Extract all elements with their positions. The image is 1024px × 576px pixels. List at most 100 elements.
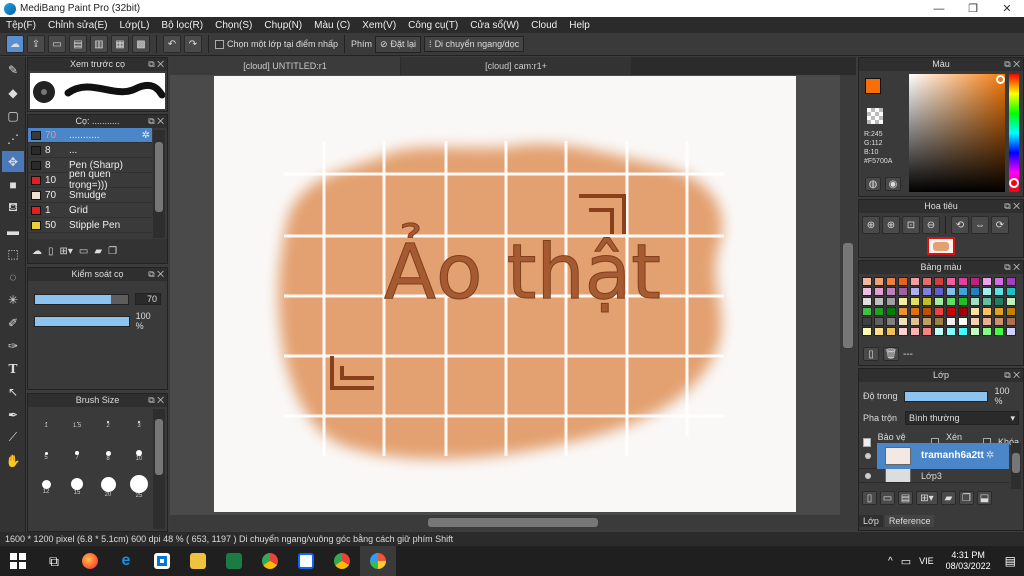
palette-swatch[interactable]: [886, 297, 896, 306]
palette-swatch[interactable]: [958, 307, 968, 316]
duplicate-brush-icon[interactable]: ▭: [79, 246, 88, 257]
brush-item[interactable]: 10 pen quen trọng=))): [28, 169, 152, 191]
firefox-icon[interactable]: [72, 546, 108, 576]
new-brush-icon[interactable]: ▯: [48, 246, 54, 257]
layer-scrollbar[interactable]: [1011, 443, 1021, 489]
minimize-icon[interactable]: —: [922, 3, 956, 15]
primary-color-swatch[interactable]: [865, 78, 881, 94]
brush-size-cell[interactable]: 5: [31, 441, 61, 471]
duplicate-layer-icon[interactable]: ❐: [959, 491, 974, 505]
color-saturation-area[interactable]: [909, 74, 1005, 192]
delete-palette-icon[interactable]: 🗑: [883, 347, 899, 361]
canvas-vertical-scrollbar[interactable]: [840, 75, 856, 515]
move-tool-icon[interactable]: ✥: [2, 151, 24, 172]
palette-swatch[interactable]: [910, 317, 920, 326]
select-eraser-tool-icon[interactable]: ✑: [2, 335, 24, 356]
operation-tool-icon[interactable]: ↖: [2, 381, 24, 402]
palette-swatch[interactable]: [982, 327, 992, 336]
palette-swatch[interactable]: [970, 287, 980, 296]
select-layer-checkbox[interactable]: Chọn một lớp tại điểm nhấp: [215, 39, 338, 49]
palette-swatch[interactable]: [874, 327, 884, 336]
maximize-icon[interactable]: ❐: [956, 2, 990, 15]
tab-untitled[interactable]: [cloud] UNTITLED:r1: [170, 57, 400, 75]
tab-cam[interactable]: [cloud] cam:r1+: [401, 57, 631, 75]
palette-swatch[interactable]: [958, 327, 968, 336]
palette-swatch[interactable]: [922, 317, 932, 326]
palette-swatch[interactable]: [1006, 327, 1016, 336]
select-pen-tool-icon[interactable]: ✐: [2, 312, 24, 333]
merge-layer-icon[interactable]: ⬓: [977, 491, 992, 505]
drawing-canvas[interactable]: Ảo thật: [214, 76, 796, 512]
palette-swatch[interactable]: [874, 287, 884, 296]
palette-swatch[interactable]: [886, 317, 896, 326]
palette-swatch[interactable]: [982, 307, 992, 316]
palette-swatch[interactable]: [934, 327, 944, 336]
eyedropper-tool-icon[interactable]: ✒: [2, 404, 24, 425]
gradient-tool-icon[interactable]: ▬: [2, 220, 24, 241]
text-tool-icon[interactable]: T: [2, 358, 24, 379]
windows-start-icon[interactable]: [0, 546, 36, 576]
palette-swatch[interactable]: [910, 327, 920, 336]
palette-swatch[interactable]: [958, 277, 968, 286]
brush-size-cell[interactable]: 20: [93, 472, 123, 502]
reset-button[interactable]: ⊘ Đặt lại: [374, 35, 422, 53]
palette-swatch[interactable]: [898, 327, 908, 336]
color-hue-strip[interactable]: [1009, 74, 1019, 192]
select-rect-tool-icon[interactable]: ⬚: [2, 243, 24, 264]
rectangle-tool-icon[interactable]: ▢: [2, 105, 24, 126]
layer-opacity-slider[interactable]: [903, 390, 989, 402]
palette-swatch[interactable]: [958, 317, 968, 326]
brush-size-cell[interactable]: 2: [93, 410, 123, 440]
network-icon[interactable]: ▭: [901, 555, 911, 568]
palette-swatch[interactable]: [886, 287, 896, 296]
zoom-out-icon[interactable]: ⊖: [922, 216, 940, 234]
brush-size-cell[interactable]: 7: [62, 441, 92, 471]
palette-swatch[interactable]: [982, 297, 992, 306]
redo-icon[interactable]: ↷: [184, 35, 202, 53]
palette-swatch[interactable]: [862, 287, 872, 296]
layer-folder-icon[interactable]: ▰: [941, 491, 956, 505]
palette-swatch[interactable]: [934, 317, 944, 326]
menu-edit[interactable]: Chỉnh sửa(E): [42, 20, 114, 31]
palette-swatch[interactable]: [898, 297, 908, 306]
brush-size-field[interactable]: 70: [135, 293, 161, 305]
palette-swatch[interactable]: [994, 307, 1004, 316]
menu-color[interactable]: Màu (C): [308, 20, 356, 31]
palette-swatch[interactable]: [970, 297, 980, 306]
close-icon[interactable]: ✕: [990, 2, 1024, 15]
undo-icon[interactable]: ↶: [163, 35, 181, 53]
task-view-icon[interactable]: ⧉: [36, 546, 72, 576]
panel-close-icon[interactable]: ⧉ ✕: [1004, 200, 1020, 213]
brush-list-scrollbar[interactable]: [153, 130, 165, 238]
brush-cloud-icon[interactable]: ☁: [32, 246, 42, 257]
palette-swatch[interactable]: [862, 327, 872, 336]
palette-swatch[interactable]: [970, 317, 980, 326]
tab-layer[interactable]: Lớp: [859, 515, 883, 527]
rotate-left-icon[interactable]: ⟲: [951, 216, 969, 234]
palette-swatch[interactable]: [934, 277, 944, 286]
zalo-icon[interactable]: [288, 546, 324, 576]
menu-window[interactable]: Cửa sổ(W): [464, 20, 525, 31]
palette-swatch[interactable]: [922, 287, 932, 296]
palette-swatch[interactable]: [970, 277, 980, 286]
menu-view[interactable]: Xem(V): [356, 20, 402, 31]
palette-swatch[interactable]: [946, 307, 956, 316]
tab-reference[interactable]: Reference: [884, 515, 935, 527]
palette-swatch[interactable]: [898, 287, 908, 296]
palette-swatch[interactable]: [910, 297, 920, 306]
brush-size-cell[interactable]: 8: [93, 441, 123, 471]
palette-swatch[interactable]: [910, 287, 920, 296]
palette-swatch[interactable]: [874, 307, 884, 316]
color-picker-icon[interactable]: ◉: [885, 177, 901, 191]
brush-size-cell[interactable]: 15: [62, 472, 92, 502]
menu-cloud[interactable]: Cloud: [525, 20, 563, 31]
brush-item[interactable]: 50 Stipple Pen: [28, 218, 152, 233]
lasso-tool-icon[interactable]: ◌: [2, 266, 24, 287]
menu-select[interactable]: Chọn(S): [209, 20, 258, 31]
palette-swatch[interactable]: [934, 297, 944, 306]
eraser-tool-icon[interactable]: ◆: [2, 82, 24, 103]
panel-close-icon[interactable]: ⧉ ✕: [148, 115, 164, 128]
share-icon[interactable]: ⇪: [27, 35, 45, 53]
brush-size-cell[interactable]: 3: [124, 410, 154, 440]
palette-swatch[interactable]: [982, 277, 992, 286]
